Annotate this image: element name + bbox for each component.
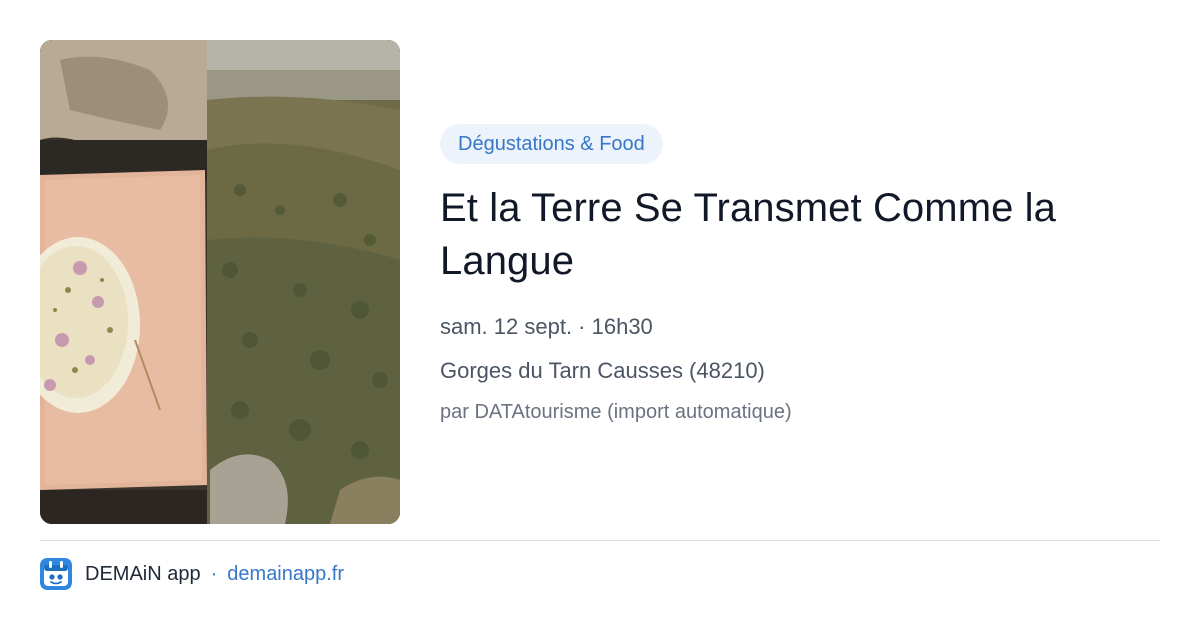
event-info: Dégustations & Food Et la Terre Se Trans… [440, 124, 1160, 426]
event-title[interactable]: Et la Terre Se Transmet Comme la Langue [440, 182, 1160, 288]
footer: DEMAiN app · demainapp.fr [40, 558, 344, 590]
app-name: DEMAiN app [85, 562, 201, 585]
footer-divider [40, 540, 1160, 541]
event-location: Gorges du Tarn Causses (48210) [440, 358, 765, 383]
event-author: par DATAtourisme (import automatique) [440, 401, 792, 423]
app-website-link[interactable]: demainapp.fr [227, 563, 344, 586]
event-share-card: Dégustations & Food Et la Terre Se Trans… [0, 0, 1200, 630]
demain-app-logo-icon[interactable] [40, 558, 72, 590]
footer-separator: · [210, 562, 218, 585]
event-photo[interactable] [40, 40, 400, 524]
event-datetime: sam. 12 sept. · 16h30 [440, 314, 653, 339]
category-badge[interactable]: Dégustations & Food [440, 124, 663, 164]
